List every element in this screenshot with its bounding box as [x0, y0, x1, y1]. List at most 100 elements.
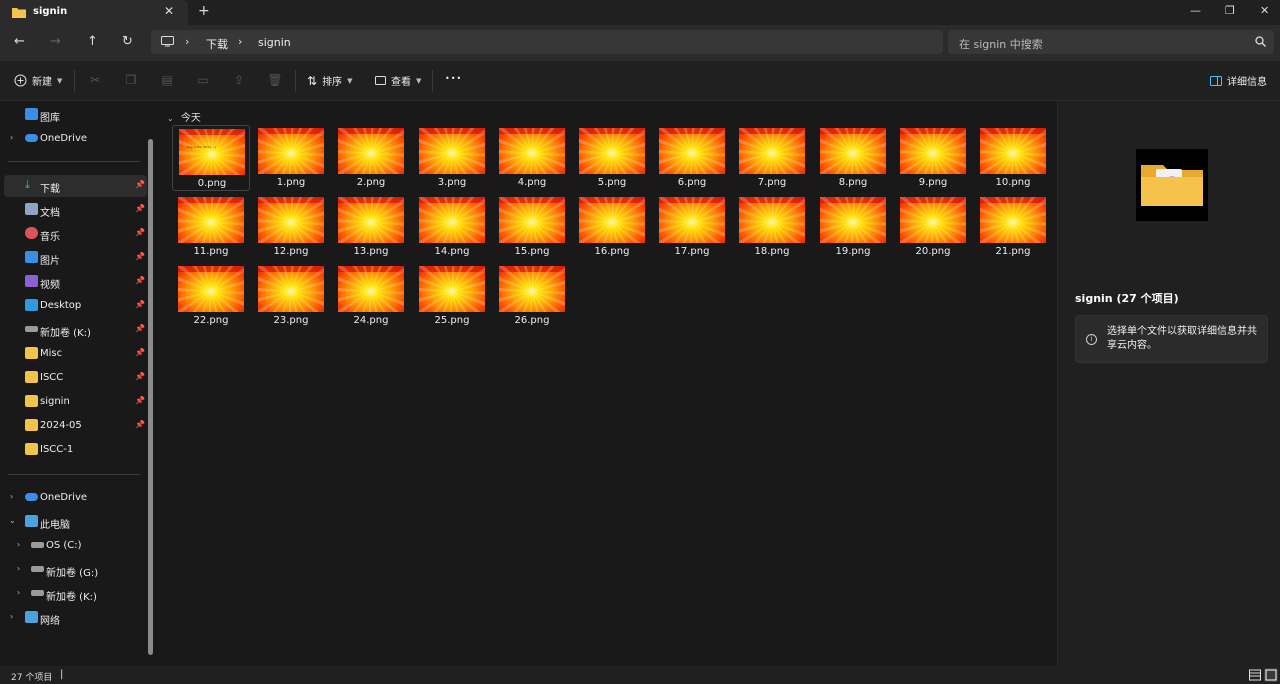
file-tile[interactable]: 9.png: [894, 125, 972, 191]
sidebar-item-this-pc[interactable]: ⌄ 此电脑: [0, 511, 148, 533]
file-tile[interactable]: 11.png: [172, 194, 250, 260]
close-window-button[interactable]: ✕: [1260, 4, 1269, 17]
file-tile[interactable]: 7.png: [733, 125, 811, 191]
image-thumbnail: [258, 197, 324, 243]
folder-preview: [1136, 149, 1208, 221]
file-tile[interactable]: 5.png: [573, 125, 651, 191]
address-bar[interactable]: › 下载 › signin: [151, 30, 943, 54]
sidebar-item-iscc-1[interactable]: ISCC-1: [0, 439, 148, 461]
file-name: 6.png: [677, 177, 707, 188]
sidebar-item-iscc[interactable]: ISCC 📌: [0, 367, 148, 389]
minimize-button[interactable]: —: [1190, 4, 1201, 17]
pin-icon[interactable]: 📌: [135, 372, 145, 381]
file-tile[interactable]: 25.png: [413, 263, 491, 329]
navigation-pane: 图库 › OneDrive ⤓ 下载 📌 文档 📌 音乐 📌 图片 📌 视频 📌…: [0, 101, 158, 666]
sidebar-item-misc[interactable]: Misc 📌: [0, 343, 148, 365]
view-button[interactable]: 查看 ▼: [375, 73, 421, 88]
file-tile[interactable]: 4.png: [493, 125, 571, 191]
file-tile[interactable]: 12.png: [252, 194, 330, 260]
image-thumbnail: [739, 128, 805, 174]
new-tab-button[interactable]: +: [198, 3, 210, 19]
file-tile[interactable]: 26.png: [493, 263, 571, 329]
breadcrumb-signin[interactable]: signin: [258, 36, 291, 49]
sidebar-item-downloads[interactable]: ⤓ 下载 📌: [4, 175, 147, 197]
tab-signin[interactable]: signin ✕: [0, 0, 188, 25]
pin-icon[interactable]: 📌: [135, 252, 145, 261]
image-thumbnail: [579, 197, 645, 243]
file-tile[interactable]: 8.png: [814, 125, 892, 191]
file-tile[interactable]: 3.png: [413, 125, 491, 191]
file-tile[interactable]: 24.png: [332, 263, 410, 329]
sidebar-item-2024-05[interactable]: 2024-05 📌: [0, 415, 148, 437]
forward-button[interactable]: →: [50, 34, 61, 49]
pin-icon[interactable]: 📌: [135, 420, 145, 429]
details-view-icon[interactable]: [1248, 668, 1262, 682]
file-tile[interactable]: 16.png: [573, 194, 651, 260]
more-options-button[interactable]: •••: [445, 74, 462, 83]
sidebar-item-onedrive-2[interactable]: › OneDrive: [0, 487, 148, 509]
sidebar-item-pictures[interactable]: 图片 📌: [0, 247, 148, 269]
file-tile[interactable]: 13.png: [332, 194, 410, 260]
paste-icon[interactable]: ▤: [159, 73, 175, 89]
sort-button[interactable]: ⇅ 排序 ▼: [307, 73, 352, 89]
file-tile[interactable]: 21.png: [974, 194, 1052, 260]
cut-icon[interactable]: ✂: [87, 73, 103, 89]
video-icon: [25, 275, 38, 287]
sidebar-item-music[interactable]: 音乐 📌: [0, 223, 148, 245]
pin-icon[interactable]: 📌: [135, 276, 145, 285]
sidebar-item-drive-g[interactable]: › 新加卷 (G:): [0, 559, 148, 581]
file-tile[interactable]: 1.png: [252, 125, 330, 191]
sidebar-item-onedrive[interactable]: › OneDrive: [0, 128, 148, 150]
sidebar-item-signin[interactable]: signin 📌: [0, 391, 148, 413]
file-name: 15.png: [514, 246, 550, 257]
file-name: 24.png: [353, 315, 389, 326]
pin-icon[interactable]: 📌: [135, 348, 145, 357]
file-tile[interactable]: 17.png: [653, 194, 731, 260]
chevron-right-icon: ›: [10, 612, 14, 621]
refresh-button[interactable]: ↻: [122, 34, 133, 49]
divider: [74, 70, 75, 92]
pin-icon[interactable]: 📌: [135, 228, 145, 237]
back-button[interactable]: ←: [14, 34, 25, 49]
sidebar-item-drive-c[interactable]: › OS (C:): [0, 535, 148, 557]
file-tile[interactable]: 22.png: [172, 263, 250, 329]
up-button[interactable]: ↑: [87, 34, 98, 49]
file-tile[interactable]: 23.png: [252, 263, 330, 329]
file-tile[interactable]: 10.png: [974, 125, 1052, 191]
maximize-button[interactable]: ❐: [1225, 4, 1235, 17]
close-tab-icon[interactable]: ✕: [164, 4, 174, 18]
sidebar-item-drive-k[interactable]: 新加卷 (K:) 📌: [0, 319, 148, 341]
copy-icon[interactable]: ❐: [123, 73, 139, 89]
sidebar-item-network[interactable]: › 网络: [0, 607, 148, 629]
pin-icon[interactable]: 📌: [135, 204, 145, 213]
thumbnail-view-icon[interactable]: [1264, 668, 1278, 682]
sidebar-item-gallery[interactable]: 图库: [0, 104, 148, 126]
file-tile[interactable]: 6.png: [653, 125, 731, 191]
sidebar-item-videos[interactable]: 视频 📌: [0, 271, 148, 293]
file-tile[interactable]: 18.png: [733, 194, 811, 260]
rename-icon[interactable]: ▭: [195, 73, 211, 89]
group-header-today[interactable]: ⌄ 今天: [167, 109, 201, 124]
file-tile[interactable]: 2.png: [332, 125, 410, 191]
file-tile[interactable]: 20.png: [894, 194, 972, 260]
chevron-right-icon: ›: [17, 540, 21, 549]
delete-icon[interactable]: 🗑: [267, 73, 283, 89]
pin-icon[interactable]: 📌: [135, 180, 145, 189]
pin-icon[interactable]: 📌: [135, 324, 145, 333]
new-button[interactable]: 新建 ▼: [14, 73, 62, 88]
sidebar-item-documents[interactable]: 文档 📌: [0, 199, 148, 221]
sidebar-item-desktop[interactable]: Desktop 📌: [0, 295, 148, 317]
pin-icon[interactable]: 📌: [135, 396, 145, 405]
sidebar-item-drive-k-2[interactable]: › 新加卷 (K:): [0, 583, 148, 605]
file-tile[interactable]: flag is the ISCC{...} 0.png: [172, 125, 250, 191]
file-tile[interactable]: 19.png: [814, 194, 892, 260]
search-input[interactable]: 在 signin 中搜索: [948, 30, 1274, 54]
details-pane-button[interactable]: 详细信息: [1210, 73, 1267, 88]
file-name: 18.png: [754, 246, 790, 257]
share-icon[interactable]: ⇪: [231, 73, 247, 89]
pin-icon[interactable]: 📌: [135, 300, 145, 309]
breadcrumb-downloads[interactable]: 下载: [206, 36, 228, 52]
file-tile[interactable]: 15.png: [493, 194, 571, 260]
file-tile[interactable]: 14.png: [413, 194, 491, 260]
sidebar-scrollbar[interactable]: [148, 139, 153, 655]
